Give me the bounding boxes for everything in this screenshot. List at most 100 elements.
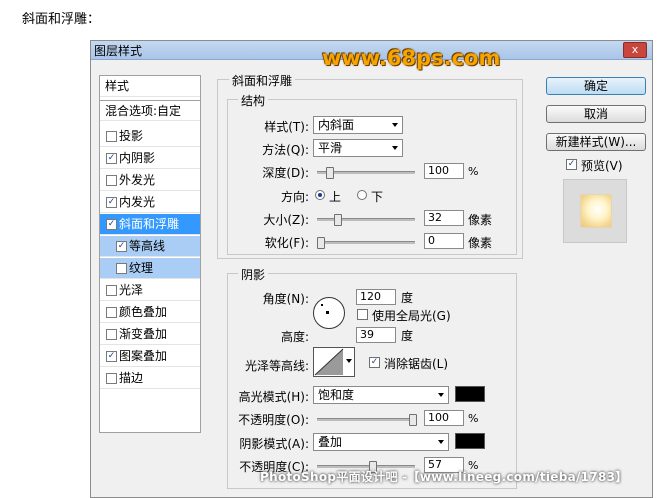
size-label: 大小(Z):: [263, 213, 309, 227]
bevel-style-select[interactable]: 内斜面: [313, 116, 403, 134]
gloss-contour-picker[interactable]: [313, 347, 355, 377]
chevron-down-icon: [392, 146, 398, 150]
gloss-contour-label: 光泽等高线:: [244, 359, 309, 373]
style-item-checkbox[interactable]: ✓: [106, 351, 117, 362]
style-item[interactable]: 渐变叠加: [100, 324, 200, 345]
depth-slider-thumb[interactable]: [326, 167, 334, 179]
style-item-label: 内发光: [119, 195, 156, 209]
soften-unit: 像素: [468, 236, 493, 250]
size-input[interactable]: 32: [424, 210, 464, 226]
style-item[interactable]: 颜色叠加: [100, 302, 200, 323]
style-item-checkbox[interactable]: [106, 285, 117, 296]
depth-slider[interactable]: [317, 167, 415, 179]
style-list: 样式 混合选项:自定 投影 ✓ 内阴影 外发光 ✓ 内发光 ✓ 斜面和浮雕 ✓ 等高线 纹理 光泽 颜色…: [99, 75, 201, 433]
contour-curve-icon: [314, 348, 344, 376]
altitude-input[interactable]: 39: [356, 327, 396, 343]
layer-style-dialog: 图层样式 x 样式 混合选项:自定 投影 ✓ 内阴影 外发光 ✓ 内发光 ✓ 斜面和浮雕 ✓ 等高…: [90, 40, 653, 498]
style-item-label: 纹理: [129, 261, 154, 275]
direction-up-radio[interactable]: [315, 190, 325, 200]
site-logo-watermark: www.68ps.com: [322, 46, 501, 70]
close-button[interactable]: x: [623, 42, 647, 58]
preview-thumbnail: [563, 179, 627, 243]
depth-label: 深度(D):: [262, 166, 309, 180]
style-item[interactable]: ✓ 等高线: [100, 236, 200, 257]
highlight-opacity-label: 不透明度(O):: [238, 413, 309, 427]
style-item[interactable]: 光泽: [100, 280, 200, 301]
preview-checkbox[interactable]: ✓: [566, 159, 577, 170]
style-item-checkbox[interactable]: [106, 175, 117, 186]
highlight-color-swatch[interactable]: [455, 386, 485, 402]
antialias-checkbox[interactable]: ✓: [369, 357, 380, 368]
ok-button[interactable]: 确定: [546, 77, 646, 95]
depth-input[interactable]: 100: [424, 163, 464, 179]
highlight-opacity-thumb[interactable]: [409, 414, 417, 426]
global-light-label: 使用全局光(G): [372, 309, 451, 323]
shadow-mode-label: 阴影模式(A):: [239, 437, 309, 451]
blending-options-item[interactable]: 混合选项:自定: [100, 100, 200, 121]
direction-down-label: 下: [371, 190, 384, 204]
highlight-opacity-unit: %: [468, 412, 479, 425]
soften-slider[interactable]: [317, 237, 415, 249]
style-item[interactable]: ✓ 内发光: [100, 192, 200, 213]
preview-label: 预览(V): [581, 159, 623, 173]
style-item-checkbox[interactable]: ✓: [106, 219, 117, 230]
direction-down-radio[interactable]: [357, 190, 367, 200]
highlight-opacity-input[interactable]: 100: [424, 410, 464, 426]
style-item-label: 描边: [119, 371, 144, 385]
size-slider-thumb[interactable]: [334, 214, 342, 226]
technique-select[interactable]: 平滑: [313, 139, 403, 157]
bevel-section-title: 斜面和浮雕: [229, 72, 296, 89]
angle-input[interactable]: 120: [356, 289, 396, 305]
new-style-button[interactable]: 新建样式(W)...: [546, 133, 646, 151]
style-item[interactable]: ✓ 图案叠加: [100, 346, 200, 367]
direction-label: 方向:: [280, 190, 309, 204]
style-item[interactable]: 外发光: [100, 170, 200, 191]
style-list-header[interactable]: 样式: [100, 76, 200, 97]
page-caption: 斜面和浮雕：: [22, 12, 101, 27]
style-item-label: 光泽: [119, 283, 144, 297]
style-item-label: 投影: [119, 129, 144, 143]
highlight-mode-select[interactable]: 饱和度: [313, 386, 449, 404]
cancel-button[interactable]: 取消: [546, 105, 646, 123]
size-unit: 像素: [468, 213, 493, 227]
bottom-watermark: PhotoShop平面设计吧 -【www.lineeg.com/tieba/17…: [260, 470, 628, 484]
highlight-mode-label: 高光模式(H):: [238, 390, 309, 404]
highlight-opacity-slider[interactable]: [317, 414, 417, 426]
depth-unit: %: [468, 165, 479, 178]
soften-input[interactable]: 0: [424, 233, 464, 249]
angle-label: 角度(N):: [262, 292, 309, 306]
style-item-checkbox[interactable]: ✓: [106, 197, 117, 208]
style-item-checkbox[interactable]: [106, 307, 117, 318]
altitude-unit: 度: [401, 329, 414, 343]
direction-up-label: 上: [329, 190, 342, 204]
style-item-checkbox[interactable]: [106, 329, 117, 340]
style-item-checkbox[interactable]: ✓: [106, 153, 117, 164]
chevron-down-icon: [438, 440, 444, 444]
style-item[interactable]: 纹理: [100, 258, 200, 279]
style-item[interactable]: 描边: [100, 368, 200, 389]
shadow-color-swatch[interactable]: [455, 433, 485, 449]
style-item-checkbox[interactable]: ✓: [116, 241, 127, 252]
style-label: 样式(T):: [264, 120, 309, 134]
style-item-label: 外发光: [119, 173, 156, 187]
style-item-label: 等高线: [129, 239, 166, 253]
style-item-checkbox[interactable]: [106, 373, 117, 384]
style-item[interactable]: 投影: [100, 126, 200, 147]
style-item-checkbox[interactable]: [116, 263, 127, 274]
antialias-label: 消除锯齿(L): [384, 357, 449, 371]
soften-label: 软化(F):: [264, 236, 309, 250]
style-item-checkbox[interactable]: [106, 131, 117, 142]
dialog-title: 图层样式: [94, 44, 143, 58]
angle-dial[interactable]: [313, 297, 345, 329]
style-item-label: 图案叠加: [119, 349, 168, 363]
soften-slider-thumb[interactable]: [317, 237, 325, 249]
shadow-mode-select[interactable]: 叠加: [313, 433, 449, 451]
structure-group-title: 结构: [238, 92, 269, 109]
style-item[interactable]: ✓ 斜面和浮雕: [100, 214, 200, 235]
style-item[interactable]: ✓ 内阴影: [100, 148, 200, 169]
style-item-label: 斜面和浮雕: [119, 217, 180, 231]
style-item-label: 颜色叠加: [119, 305, 168, 319]
global-light-checkbox[interactable]: [357, 309, 368, 320]
size-slider[interactable]: [317, 214, 415, 226]
angle-unit: 度: [401, 291, 414, 305]
